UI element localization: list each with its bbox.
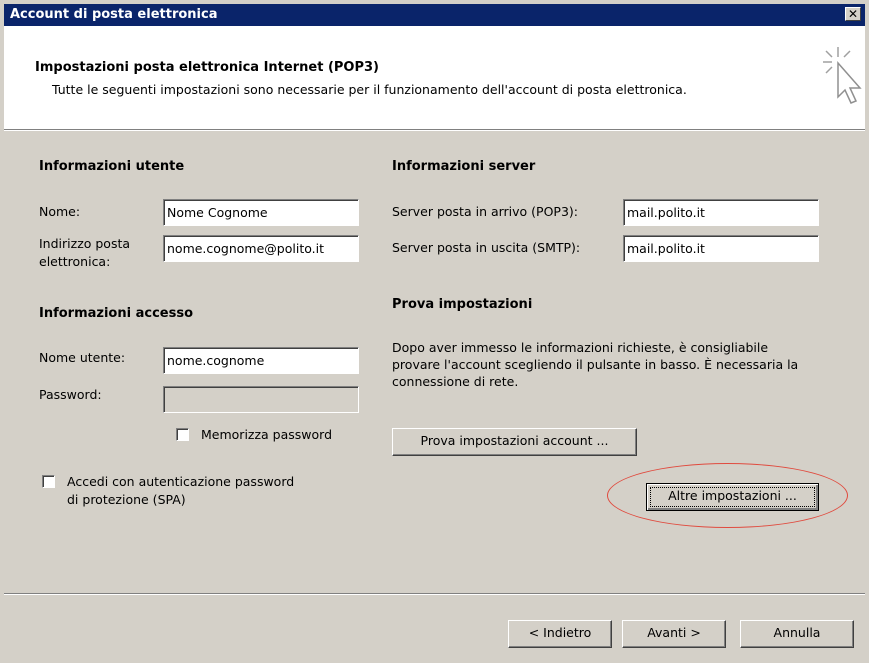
incoming-server-field[interactable]: mail.polito.it (623, 199, 819, 226)
close-icon: ✕ (847, 7, 859, 21)
next-button[interactable]: Avanti > (622, 620, 726, 648)
password-label: Password: (39, 387, 102, 402)
spa-checkbox[interactable] (42, 475, 55, 488)
cursor-click-icon (823, 47, 862, 104)
footer-divider (4, 593, 865, 595)
header-description: Tutte le seguenti impostazioni sono nece… (52, 82, 687, 97)
test-account-button[interactable]: Prova impostazioni account ... (392, 428, 637, 456)
name-label: Nome: (39, 204, 81, 219)
outgoing-server-label: Server posta in uscita (SMTP): (392, 240, 581, 255)
title-bar[interactable]: Account di posta elettronica ✕ (4, 4, 865, 26)
email-field[interactable]: nome.cognome@polito.it (163, 235, 359, 262)
cancel-button[interactable]: Annulla (740, 620, 854, 648)
test-description: Dopo aver immesso le informazioni richie… (392, 340, 799, 389)
password-field[interactable] (163, 386, 359, 413)
username-label: Nome utente: (39, 350, 126, 365)
header-title: Impostazioni posta elettronica Internet … (35, 60, 379, 75)
header-divider (4, 129, 865, 131)
user-info-heading: Informazioni utente (39, 159, 185, 174)
window-title: Account di posta elettronica (10, 7, 218, 22)
spa-label-line1: Accedi con autenticazione password (67, 474, 295, 489)
spa-label-line2: di protezione (SPA) (67, 492, 186, 507)
test-heading: Prova impostazioni (392, 297, 533, 312)
highlight-ellipse (607, 463, 848, 528)
access-info-heading: Informazioni accesso (39, 306, 194, 321)
close-button[interactable]: ✕ (845, 7, 861, 21)
remember-password-label: Memorizza password (201, 427, 333, 442)
name-field[interactable]: Nome Cognome (163, 199, 359, 226)
back-button[interactable]: < Indietro (508, 620, 612, 648)
incoming-server-label: Server posta in arrivo (POP3): (392, 204, 579, 219)
username-field[interactable]: nome.cognome (163, 347, 359, 374)
server-info-heading: Informazioni server (392, 159, 536, 174)
outgoing-server-field[interactable]: mail.polito.it (623, 235, 819, 262)
header-panel (4, 26, 865, 129)
email-label-line2: elettronica: (39, 254, 111, 269)
email-label-line1: Indirizzo posta (39, 236, 131, 251)
remember-password-checkbox[interactable] (176, 428, 189, 441)
